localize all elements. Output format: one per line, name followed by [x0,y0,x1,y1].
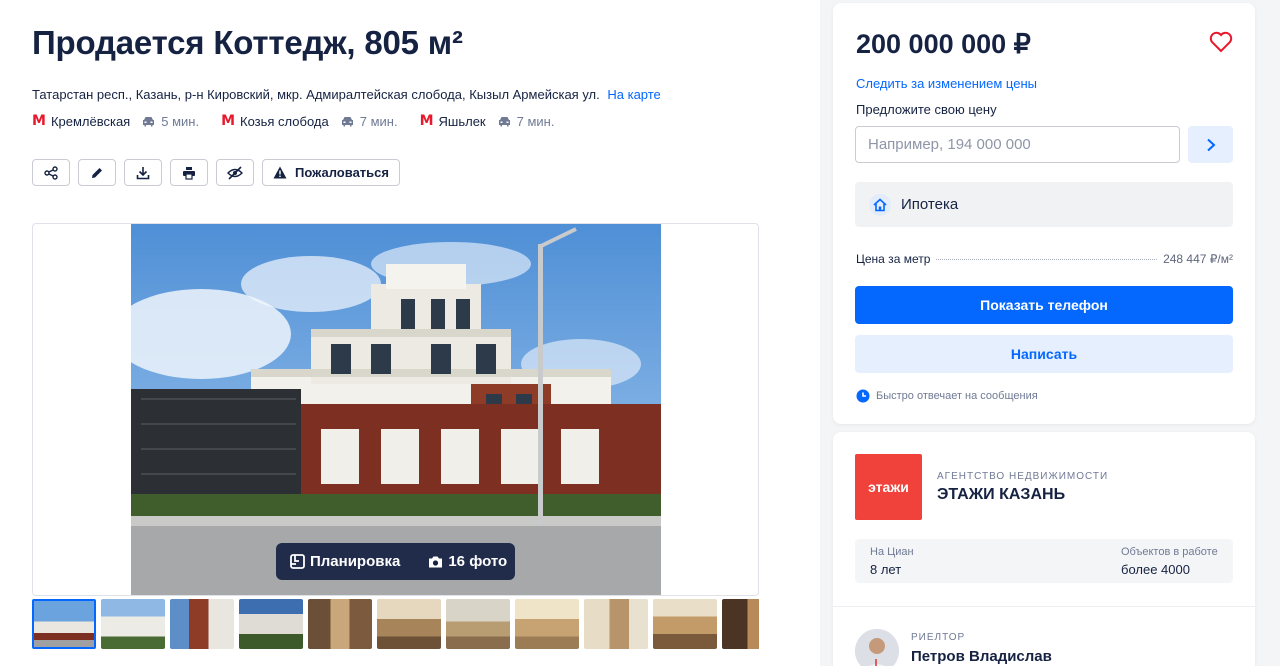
propose-price-label: Предложите свою цену [856,102,997,117]
map-link[interactable]: На карте [607,87,660,102]
print-button[interactable] [170,159,208,186]
car-icon [143,116,155,126]
address: Татарстан респ., Казань, р-н Кировский, … [32,87,661,102]
offer-price-input[interactable] [855,126,1180,163]
stat-objects: Объектов в работе более 4000 [1121,546,1218,577]
metro-name: Яшьлек [438,113,486,129]
chevron-right-icon [1206,138,1215,151]
complain-button[interactable]: Пожаловаться [262,159,400,186]
favorite-heart-icon[interactable] [1209,31,1233,53]
realtor-type: Риелтор [911,632,966,643]
share-button[interactable] [32,159,70,186]
car-icon [341,116,353,126]
plan-label: Планировка [310,553,401,570]
clock-icon [856,389,870,403]
edit-button[interactable] [78,159,116,186]
thumbnail[interactable] [653,599,717,649]
metro-station[interactable]: M Кремлёвская 5 мин. [32,113,199,129]
thumbnail[interactable] [239,599,303,649]
thumbnail[interactable] [170,599,234,649]
metro-time: 7 мин. [516,113,555,129]
stat-on-cian-value: 8 лет [870,562,902,577]
price-per-meter: Цена за метр 248 447 ₽/м² [856,252,1233,266]
agency-type: Агентство недвижимости [937,471,1109,482]
main-photo[interactable] [131,224,661,596]
follow-price-link[interactable]: Следить за изменением цены [856,76,1037,91]
price-per-meter-label: Цена за метр [856,252,931,266]
metro-name: Козья слобода [240,113,329,129]
address-text: Татарстан респ., Казань, р-н Кировский, … [32,87,600,102]
agency-logo[interactable]: этажи [855,454,922,520]
thumbnail[interactable] [722,599,759,649]
printer-icon [183,166,195,180]
metro-time: 7 мин. [359,113,398,129]
price: 200 000 000 ₽ [856,29,1031,59]
metro-station[interactable]: M Яшьлек 7 мин. [420,113,555,129]
eye-off-icon [227,165,243,180]
thumbnail[interactable] [446,599,510,649]
mortgage-label: Ипотека [901,196,959,213]
realtor-name[interactable]: Петров Владислав [911,648,1052,665]
car-icon [498,116,510,126]
pencil-icon [92,167,102,178]
gallery-controls: Планировка 16 фото [276,543,515,580]
metro-icon: M [32,113,46,129]
price-per-meter-value: 248 447 ₽/м² [1163,252,1233,266]
metro-time: 5 мин. [161,113,200,129]
agency-name[interactable]: ЭТАЖИ КАЗАНЬ [937,486,1065,504]
stat-on-cian: На Циан 8 лет [870,546,914,577]
house-icon [869,193,891,216]
warning-icon [273,166,287,179]
action-toolbar: Пожаловаться [32,159,408,186]
show-phone-button[interactable]: Показать телефон [855,286,1233,324]
metro-icon: M [221,113,236,129]
avatar[interactable] [855,629,899,666]
download-button[interactable] [124,159,162,186]
thumbnail[interactable] [308,599,372,649]
hide-button[interactable] [216,159,254,186]
fast-reply-note: Быстро отвечает на сообщения [856,389,1038,403]
metro-list: M Кремлёвская 5 мин. M Козья слобода 7 м… [32,113,576,129]
plan-button[interactable]: Планировка [276,553,414,570]
photo-gallery[interactable]: Планировка 16 фото [32,223,759,596]
photos-label: 16 фото [448,553,508,570]
thumbnail[interactable] [101,599,165,649]
stat-on-cian-label: На Циан [870,546,914,558]
stat-objects-value: более 4000 [1121,562,1190,577]
download-icon [136,166,150,179]
photos-button[interactable]: 16 фото [414,553,521,570]
thumbnail[interactable] [584,599,648,649]
price-card: 200 000 000 ₽ Следить за изменением цены… [833,3,1255,424]
agency-card: этажи Агентство недвижимости ЭТАЖИ КАЗАН… [833,432,1255,666]
metro-name: Кремлёвская [50,113,131,129]
write-message-button[interactable]: Написать [855,335,1233,373]
metro-station[interactable]: M Козья слобода 7 мин. [221,113,398,129]
thumbnail[interactable] [32,599,96,649]
page-title: Продается Коттедж, 805 м² [32,24,463,61]
camera-icon [429,556,443,567]
divider [833,606,1255,607]
share-icon [44,165,58,180]
mortgage-button[interactable]: Ипотека [855,182,1233,227]
thumbnail-strip [32,599,759,651]
complain-label: Пожаловаться [295,165,389,180]
thumbnail[interactable] [377,599,441,649]
metro-icon: M [419,113,434,129]
dotted-leader [936,259,1158,260]
thumbnail[interactable] [515,599,579,649]
submit-offer-button[interactable] [1188,126,1233,163]
fast-reply-text: Быстро отвечает на сообщения [876,390,1038,402]
stat-objects-label: Объектов в работе [1121,546,1218,558]
floorplan-icon [290,554,305,569]
agency-stats: На Циан 8 лет Объектов в работе более 40… [855,539,1233,583]
